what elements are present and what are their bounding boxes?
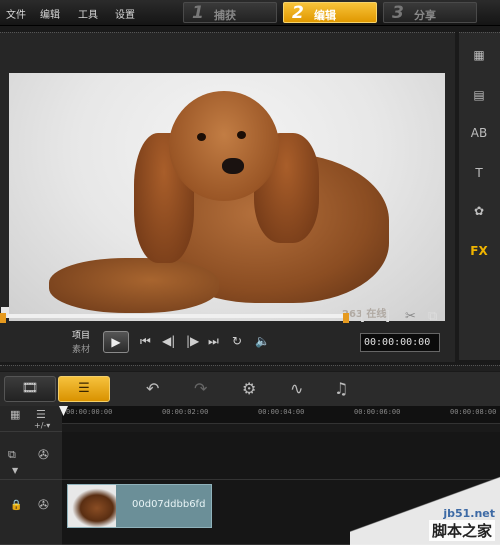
repeat-icon[interactable]: ↻ [232, 334, 242, 348]
step-number: 3 [392, 3, 404, 23]
next-frame-icon[interactable]: |▶ [186, 334, 199, 348]
lock-icon[interactable]: 🔒 [10, 500, 22, 511]
enlarge-icon[interactable]: ⧉ [428, 309, 437, 324]
site-watermark: jb51.net 脚本之家 [428, 507, 495, 541]
record-capture-icon[interactable]: ⚙ [242, 379, 256, 398]
watermark-url: jb51.net [443, 507, 495, 520]
list-icon[interactable]: ☰ [36, 408, 46, 421]
previous-frame-icon[interactable]: ◀| [162, 334, 175, 348]
watermark-brand: 脚本之家 [428, 520, 495, 541]
step-number: 2 [292, 3, 304, 23]
title-overlay-icon[interactable]: AB [467, 123, 491, 143]
overlay-track-icon: ✇ [38, 498, 49, 513]
ruler-tick: 00:00:08:00 [450, 408, 497, 416]
home-icon[interactable]: ⏮ [140, 334, 151, 349]
zoom-control-icon[interactable]: +/-▾ [34, 421, 50, 430]
menu-tools[interactable]: 工具 [78, 6, 98, 21]
video-track-icon: ✇ [38, 448, 49, 463]
timeline-divider [0, 365, 500, 371]
step-tab-share[interactable]: 3 分享 [383, 2, 477, 23]
track-header-video: ⧉ ✇ ▼ [0, 432, 62, 480]
step-number: 1 [192, 3, 204, 23]
timeline-clip[interactable]: 00d07ddbb6fd [67, 484, 212, 528]
scrub-track[interactable] [5, 314, 345, 318]
transition-icon[interactable]: ▤ [467, 85, 491, 105]
track-visibility-icon[interactable]: ⧉ [8, 448, 16, 462]
mode-clip[interactable]: 素材 [72, 342, 90, 355]
scissors-icon[interactable]: ✂ [405, 309, 416, 324]
menu-bar: 文件 编辑 工具 设置 1 捕获 2 编辑 3 分享 [0, 0, 500, 26]
graphic-icon[interactable]: ✿ [467, 201, 491, 221]
ruler-tick: 00:00:04:00 [258, 408, 305, 416]
dog-eye [197, 133, 206, 141]
storyboard-view-button[interactable]: 🎞 [4, 376, 56, 402]
ruler-tick: 00:00:06:00 [354, 408, 401, 416]
step-tab-capture[interactable]: 1 捕获 [183, 2, 277, 23]
end-icon[interactable]: ⏭ [208, 334, 219, 349]
mode-project[interactable]: 项目 [72, 328, 90, 341]
mark-in-icon[interactable]: [ [360, 309, 365, 324]
dog-head-shape [169, 91, 279, 201]
track-expand-icon[interactable]: ▼ [12, 466, 18, 475]
step-tab-edit[interactable]: 2 编辑 [283, 2, 377, 23]
ruler-tick: 00:00:00:00 [66, 408, 113, 416]
step-label: 捕获 [214, 9, 236, 22]
timeline-toolbar: 🎞 ☰ ↶ ↷ ⚙ ∿ ♫ [0, 372, 500, 406]
timecode-field[interactable]: 00:00:00:00 [360, 333, 440, 352]
mark-out-icon[interactable]: ] [385, 309, 390, 324]
preview-video: 263 在线 [9, 73, 445, 321]
fx-filter-icon[interactable]: FX [467, 241, 491, 261]
trim-marker-right[interactable] [343, 313, 349, 323]
text-icon[interactable]: T [467, 163, 491, 183]
video-track-lane[interactable] [62, 432, 500, 480]
redo-icon[interactable]: ↷ [194, 379, 207, 398]
undo-icon[interactable]: ↶ [146, 379, 159, 398]
play-button[interactable]: ▶ [103, 331, 129, 353]
menu-edit[interactable]: 编辑 [40, 6, 60, 21]
dog-eye [237, 131, 246, 139]
track-manager-icon[interactable]: ▦ [10, 408, 20, 421]
playback-controls: 项目 素材 ▶ ⏮ ◀| |▶ ⏭ ↻ 🔈 00:00:00:00 [0, 328, 455, 363]
step-label: 编辑 [314, 9, 336, 22]
trim-marker-left[interactable] [0, 313, 6, 323]
track-manager-header: ▦ ☰ +/-▾ [0, 406, 62, 432]
menu-file[interactable]: 文件 [6, 6, 26, 21]
track-header-overlay: 🔒 ✇ [0, 480, 62, 545]
library-sidebar: ▦ ▤ AB T ✿ FX [459, 32, 500, 360]
clip-name: 00d07ddbb6fd [132, 499, 206, 510]
ruler-tick: 00:00:02:00 [162, 408, 209, 416]
timeline-ruler[interactable]: 00:00:00:00 00:00:02:00 00:00:04:00 00:0… [62, 406, 500, 424]
dog-nose [222, 158, 244, 174]
preview-panel: 263 在线 [ ] ✂ ⧉ 项目 素材 ▶ ⏮ ◀| |▶ ⏭ ↻ 🔈 00:… [0, 32, 455, 362]
media-icon[interactable]: ▦ [467, 45, 491, 65]
auto-music-icon[interactable]: ♫ [334, 379, 348, 398]
step-label: 分享 [414, 9, 436, 22]
menu-settings[interactable]: 设置 [115, 6, 135, 21]
timeline-view-button[interactable]: ☰ [58, 376, 110, 402]
audio-mixer-icon[interactable]: ∿ [290, 379, 303, 398]
clip-thumbnail [68, 485, 116, 527]
volume-icon[interactable]: 🔈 [255, 334, 270, 348]
